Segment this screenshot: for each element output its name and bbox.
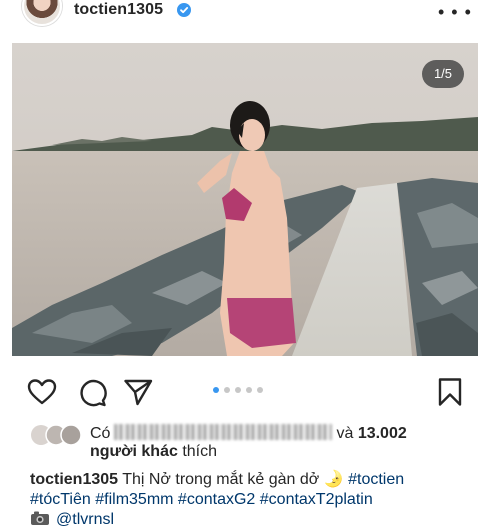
carousel-counter: 1/5: [422, 60, 464, 88]
likes-line-1: Có và 13.002: [90, 424, 407, 443]
blurred-usernames: [114, 424, 333, 440]
likes-others[interactable]: người khác: [90, 443, 178, 460]
hashtag[interactable]: #contaxG2: [178, 491, 255, 508]
post-header: toctien1305 • • •: [0, 0, 480, 30]
carousel-dot[interactable]: [257, 387, 263, 393]
camera-icon: [31, 511, 49, 525]
more-options-icon[interactable]: • • •: [438, 2, 472, 23]
likes-verb: thích: [182, 443, 218, 460]
hashtag[interactable]: #tócTiên: [30, 491, 91, 508]
post-photo[interactable]: [12, 43, 478, 356]
avatar[interactable]: [22, 0, 62, 26]
liker-avatars[interactable]: [30, 424, 84, 446]
mention-link[interactable]: @tlvrnsl: [56, 511, 114, 528]
likes-summary: Có và 13.002 người khác thích: [30, 422, 470, 462]
likes-suffix: và: [336, 425, 354, 442]
post-caption: toctien1305 Thị Nở trong mắt kẻ gàn dở 🌛…: [30, 470, 470, 529]
hashtag[interactable]: #film35mm: [95, 491, 173, 508]
carousel-dots: [213, 387, 263, 395]
post-username[interactable]: toctien1305: [74, 1, 163, 19]
likes-prefix: Có: [90, 425, 111, 442]
share-icon[interactable]: [122, 376, 154, 408]
hashtag[interactable]: #contaxT2platin: [260, 491, 373, 508]
caption-text: Thị Nở trong mắt kẻ gàn dở 🌛: [122, 471, 344, 488]
carousel-dot[interactable]: [235, 387, 241, 393]
carousel-dot[interactable]: [246, 387, 252, 393]
comment-icon[interactable]: [76, 376, 108, 408]
caption-username[interactable]: toctien1305: [30, 471, 118, 488]
hashtag[interactable]: #toctien: [348, 471, 404, 488]
carousel-dot[interactable]: [213, 387, 219, 393]
heart-icon[interactable]: [26, 376, 58, 408]
verified-badge-icon: [177, 3, 191, 17]
bookmark-icon[interactable]: [434, 376, 466, 408]
carousel-dot[interactable]: [224, 387, 230, 393]
likes-line-2: người khác thích: [90, 443, 217, 461]
likes-count[interactable]: 13.002: [358, 425, 407, 442]
